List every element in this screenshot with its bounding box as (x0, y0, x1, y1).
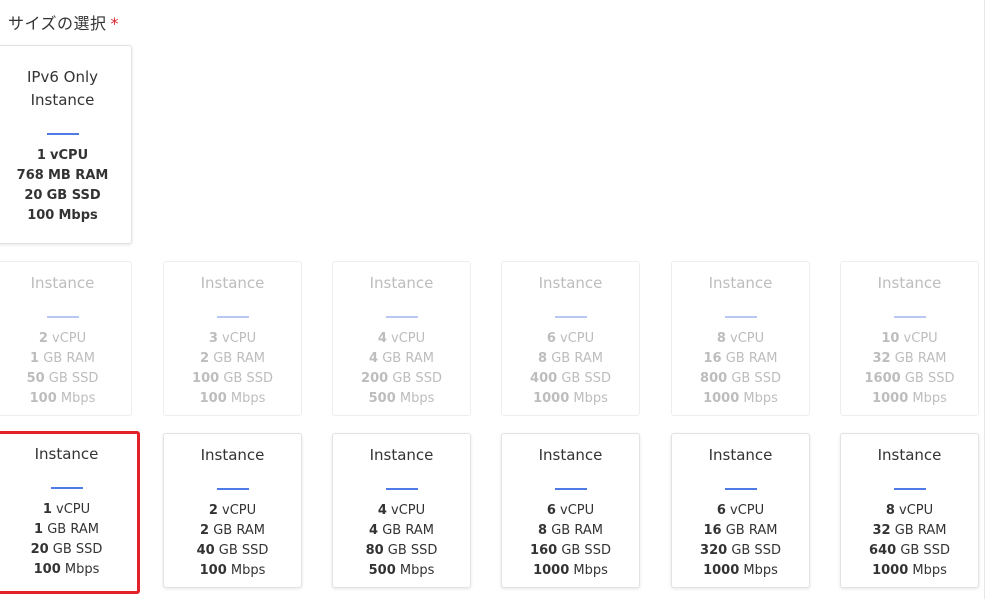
plan-ram: 1 GB RAM (34, 522, 99, 537)
plan-divider (554, 316, 587, 318)
plan-title: Instance (369, 274, 434, 292)
plan-bandwidth: 1000 Mbps (872, 391, 947, 406)
plan-ssd: 20 GB SSD (30, 542, 103, 557)
plan-bandwidth: 100 Mbps (33, 562, 100, 577)
plan-card-disabled-1: Instance 2 vCPU 1 GB RAM 50 GB SSD 100 M… (0, 261, 132, 416)
plan-card-4[interactable]: Instance 6 vCPU 8 GB RAM 160 GB SSD 1000… (501, 433, 640, 588)
panel-border (984, 0, 985, 599)
plan-ram: 768 MB RAM (16, 168, 109, 183)
plan-title: IPv6 Only Instance (26, 68, 98, 109)
plan-divider (50, 487, 83, 489)
required-mark: * (110, 14, 120, 33)
plan-card-5[interactable]: Instance 6 vCPU 16 GB RAM 320 GB SSD 100… (671, 433, 810, 588)
plan-ram: 16 GB RAM (703, 523, 778, 538)
plan-ssd: 160 GB SSD (530, 543, 611, 558)
plan-ssd: 100 GB SSD (192, 371, 273, 386)
plan-card-6[interactable]: Instance 8 vCPU 32 GB RAM 640 GB SSD 100… (840, 433, 979, 588)
plan-bandwidth: 100 Mbps (199, 391, 266, 406)
plan-vcpu: 10 vCPU (881, 331, 938, 346)
plan-divider (216, 316, 249, 318)
plan-card-disabled-4: Instance 6 vCPU 8 GB RAM 400 GB SSD 1000… (501, 261, 640, 416)
plan-ram: 8 GB RAM (538, 351, 603, 366)
plan-vcpu: 8 vCPU (885, 503, 934, 518)
plan-title: Instance (369, 446, 434, 464)
plan-ram: 32 GB RAM (872, 351, 947, 366)
plan-ssd: 20 GB SSD (24, 188, 101, 203)
plan-ssd: 400 GB SSD (530, 371, 611, 386)
plan-divider (385, 488, 418, 490)
plan-title: Instance (538, 446, 603, 464)
plan-ssd: 1600 GB SSD (864, 371, 955, 386)
section-title-text: サイズの選択 (8, 14, 107, 33)
plan-ssd: 200 GB SSD (361, 371, 442, 386)
plan-vcpu: 6 vCPU (546, 503, 595, 518)
plan-bandwidth: 100 Mbps (199, 563, 266, 578)
plan-card-disabled-6: Instance 10 vCPU 32 GB RAM 1600 GB SSD 1… (840, 261, 979, 416)
plan-card-3[interactable]: Instance 4 vCPU 4 GB RAM 80 GB SSD 500 M… (332, 433, 471, 588)
plan-vcpu: 4 vCPU (377, 331, 426, 346)
plan-title: Instance (708, 274, 773, 292)
plan-title: Instance (34, 445, 99, 463)
plan-title: Instance (877, 446, 942, 464)
plan-ssd: 50 GB SSD (26, 371, 99, 386)
plan-ram: 4 GB RAM (369, 351, 434, 366)
plan-ssd: 40 GB SSD (196, 543, 269, 558)
plan-vcpu: 6 vCPU (716, 503, 765, 518)
plan-bandwidth: 100 Mbps (29, 391, 96, 406)
plan-ram: 32 GB RAM (872, 523, 947, 538)
plan-card-1-selected[interactable]: Instance 1 vCPU 1 GB RAM 20 GB SSD 100 M… (0, 431, 140, 594)
plan-divider (46, 133, 79, 135)
size-selection-page: サイズの選択 * IPv6 Only Instance 1 vCPU 768 MB … (0, 0, 987, 599)
plan-title: Instance (200, 274, 265, 292)
plan-title: Instance (30, 274, 95, 292)
size-section-title: サイズの選択 * (8, 10, 119, 34)
plan-ssd: 80 GB SSD (365, 543, 438, 558)
plan-card-disabled-3: Instance 4 vCPU 4 GB RAM 200 GB SSD 500 … (332, 261, 471, 416)
plan-card-2[interactable]: Instance 2 vCPU 2 GB RAM 40 GB SSD 100 M… (163, 433, 302, 588)
plan-title: Instance (708, 446, 773, 464)
plan-bandwidth: 1000 Mbps (703, 563, 778, 578)
plan-bandwidth: 1000 Mbps (533, 391, 608, 406)
plan-divider (724, 488, 757, 490)
plan-ram: 8 GB RAM (538, 523, 603, 538)
plan-bandwidth: 1000 Mbps (872, 563, 947, 578)
plan-vcpu: 8 vCPU (716, 331, 765, 346)
plan-vcpu: 1 vCPU (36, 148, 89, 163)
plan-bandwidth: 1000 Mbps (533, 563, 608, 578)
plan-divider (893, 316, 926, 318)
plan-divider (216, 488, 249, 490)
plan-ssd: 640 GB SSD (869, 543, 950, 558)
plan-divider (893, 488, 926, 490)
plan-divider (724, 316, 757, 318)
plan-title: Instance (877, 274, 942, 292)
plan-title: Instance (538, 274, 603, 292)
plan-divider (385, 316, 418, 318)
plan-bandwidth: 100 Mbps (27, 208, 98, 223)
plan-ram: 1 GB RAM (30, 351, 95, 366)
plan-ram: 2 GB RAM (200, 351, 265, 366)
plan-vcpu: 1 vCPU (42, 502, 91, 517)
plan-vcpu: 3 vCPU (208, 331, 257, 346)
plan-bandwidth: 500 Mbps (368, 391, 435, 406)
plan-bandwidth: 1000 Mbps (703, 391, 778, 406)
plan-ram: 16 GB RAM (703, 351, 778, 366)
plan-ram: 2 GB RAM (200, 523, 265, 538)
plan-vcpu: 2 vCPU (208, 503, 257, 518)
plan-ssd: 800 GB SSD (700, 371, 781, 386)
plan-bandwidth: 500 Mbps (368, 563, 435, 578)
plan-card-disabled-2: Instance 3 vCPU 2 GB RAM 100 GB SSD 100 … (163, 261, 302, 416)
plan-vcpu: 4 vCPU (377, 503, 426, 518)
plan-card-disabled-5: Instance 8 vCPU 16 GB RAM 800 GB SSD 100… (671, 261, 810, 416)
plan-ram: 4 GB RAM (369, 523, 434, 538)
plan-card-ipv6-only[interactable]: IPv6 Only Instance 1 vCPU 768 MB RAM 20 G… (0, 45, 132, 244)
plan-title: Instance (200, 446, 265, 464)
plan-divider (554, 488, 587, 490)
plan-vcpu: 2 vCPU (38, 331, 87, 346)
plan-vcpu: 6 vCPU (546, 331, 595, 346)
plan-divider (46, 316, 79, 318)
plan-ssd: 320 GB SSD (700, 543, 781, 558)
